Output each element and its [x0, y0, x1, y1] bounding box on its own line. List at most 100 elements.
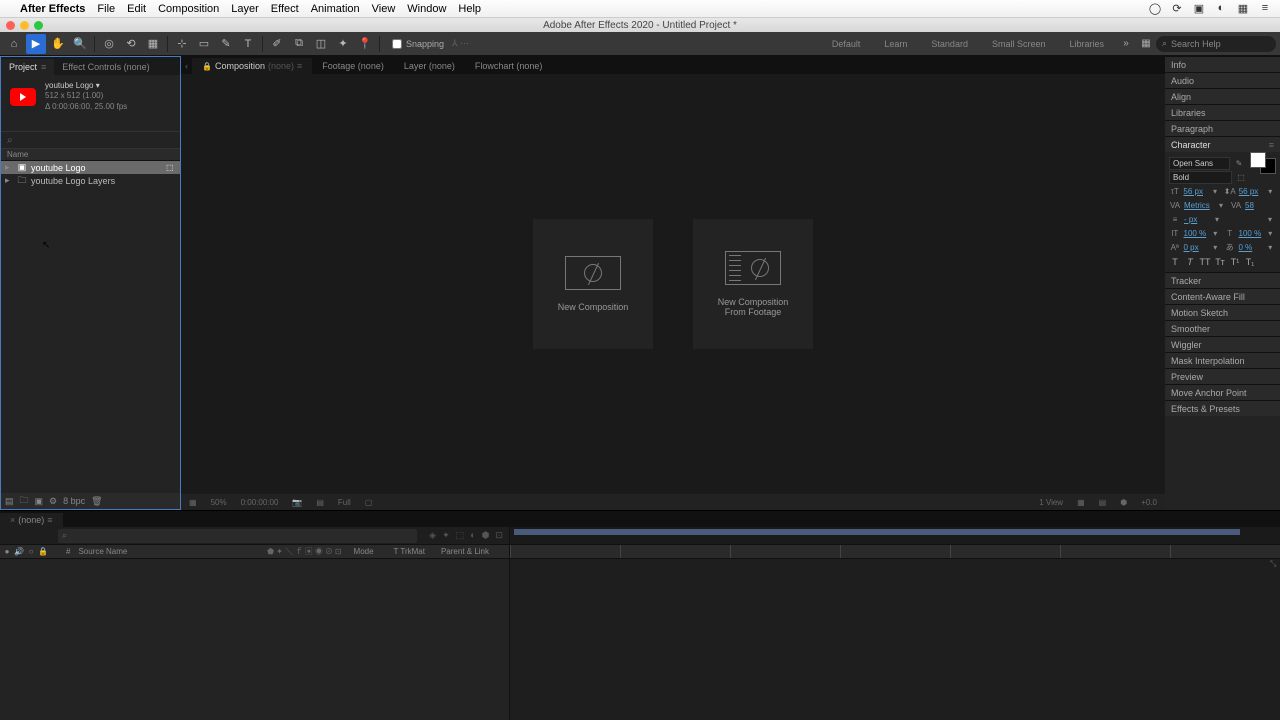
col-trkmat[interactable]: T TrkMat — [394, 547, 425, 556]
superscript-button[interactable]: T¹ — [1229, 256, 1241, 268]
time-ruler[interactable] — [510, 545, 1280, 559]
timeline-layers-empty[interactable] — [0, 559, 509, 720]
workspace-reset-icon[interactable]: ▦ — [1136, 38, 1156, 49]
menu-layer[interactable]: Layer — [231, 3, 259, 15]
eyedropper-icon[interactable]: ✎ — [1233, 159, 1245, 168]
panel-tracker[interactable]: Tracker — [1165, 272, 1280, 288]
lock-icon[interactable]: 🔒 — [202, 62, 212, 71]
zoom-level[interactable]: 50% — [211, 498, 227, 507]
panel-motion-sketch[interactable]: Motion Sketch — [1165, 304, 1280, 320]
tab-composition[interactable]: 🔒 Composition (none) ≡ — [192, 58, 312, 74]
panel-move-anchor-point[interactable]: Move Anchor Point — [1165, 384, 1280, 400]
tsume[interactable]: 0 % — [1239, 243, 1262, 252]
new-comp-from-footage-card[interactable]: New Composition From Footage — [693, 219, 813, 349]
menu-animation[interactable]: Animation — [311, 3, 360, 15]
status-icon[interactable]: ▣ — [1192, 2, 1206, 15]
font-family-select[interactable]: Open Sans — [1169, 157, 1230, 170]
delete-icon[interactable]: 🗑 — [91, 496, 102, 507]
snapping-options-icon[interactable]: ⅄ ⋯ — [452, 38, 469, 49]
zoom-tool[interactable]: 🔍 — [70, 34, 90, 54]
app-name[interactable]: After Effects — [20, 3, 85, 15]
panel-wiggler[interactable]: Wiggler — [1165, 336, 1280, 352]
font-size[interactable]: 56 px — [1183, 187, 1206, 196]
subscript-button[interactable]: T₁ — [1244, 256, 1256, 268]
lock-col-icon[interactable]: 🔒 — [38, 547, 48, 556]
menu-view[interactable]: View — [372, 3, 396, 15]
tl-icon[interactable]: ⬢ — [482, 530, 490, 541]
workspace-standard[interactable]: Standard — [919, 32, 980, 55]
panel-align[interactable]: Align — [1165, 88, 1280, 104]
solo-col-icon[interactable]: ○ — [26, 547, 36, 556]
resolution[interactable]: Full — [338, 498, 351, 507]
grid-icon[interactable]: ▦ — [1077, 498, 1085, 507]
project-settings-icon[interactable]: ⚙ — [49, 496, 57, 507]
baseline[interactable]: 0 px — [1184, 243, 1207, 252]
col-parent[interactable]: Parent & Link — [441, 547, 489, 556]
menu-composition[interactable]: Composition — [158, 3, 219, 15]
new-composition-card[interactable]: New Composition — [533, 219, 653, 349]
project-item-comp[interactable]: ▸ ▣ youtube Logo ⬚ — [1, 161, 180, 174]
tab-footage[interactable]: Footage (none) — [312, 58, 394, 74]
orbit-tool[interactable]: ◎ — [99, 34, 119, 54]
view-count[interactable]: 1 View — [1039, 498, 1063, 507]
stroke-width[interactable]: - px — [1184, 215, 1208, 224]
menu-help[interactable]: Help — [458, 3, 481, 15]
viewer-toggle-icon[interactable]: ‹ — [181, 58, 192, 74]
leading[interactable]: 56 px — [1239, 187, 1262, 196]
tab-flowchart[interactable]: Flowchart (none) — [465, 58, 553, 74]
visibility-col-icon[interactable]: ● — [2, 547, 12, 556]
status-icon[interactable]: ⟳ — [1170, 2, 1184, 15]
anchor-tool[interactable]: ⊹ — [172, 34, 192, 54]
panel-effects-presets[interactable]: Effects & Presets — [1165, 400, 1280, 416]
font-weight-select[interactable]: Bold — [1169, 171, 1232, 184]
help-search[interactable]: ⌕ Search Help — [1156, 36, 1276, 52]
work-area-bar[interactable] — [514, 529, 1240, 535]
allcaps-button[interactable]: TT — [1199, 256, 1211, 268]
tl-icon[interactable]: ⬚ — [456, 530, 465, 541]
project-search[interactable]: ⌕ — [1, 131, 180, 149]
status-icon[interactable]: ◯ — [1148, 2, 1162, 15]
menu-file[interactable]: File — [97, 3, 115, 15]
panel-paragraph[interactable]: Paragraph — [1165, 120, 1280, 136]
snapping-toggle[interactable]: Snapping ⅄ ⋯ — [392, 38, 469, 49]
menu-effect[interactable]: Effect — [271, 3, 299, 15]
tracking[interactable]: 58 — [1245, 201, 1269, 210]
tl-icon[interactable]: ◈ — [429, 530, 436, 541]
channel-icon[interactable]: ▤ — [316, 498, 324, 507]
panel-character[interactable]: Character≡ — [1165, 136, 1280, 152]
disclosure-icon[interactable]: ▸ — [5, 175, 13, 186]
workspace-overflow[interactable]: » — [1116, 38, 1136, 49]
hand-tool[interactable]: ✋ — [48, 34, 68, 54]
zoom-button[interactable] — [34, 21, 43, 30]
timeline-track-area[interactable]: ⤡ — [510, 527, 1280, 720]
fill-swatch[interactable] — [1250, 152, 1266, 168]
panel-libraries[interactable]: Libraries — [1165, 104, 1280, 120]
disclosure-icon[interactable]: ▸ — [5, 162, 13, 173]
close-button[interactable] — [6, 21, 15, 30]
snapping-checkbox[interactable] — [392, 39, 402, 49]
new-folder-icon[interactable]: 🗀 — [20, 493, 29, 509]
timeline-search[interactable]: ⌕ — [58, 529, 417, 543]
status-icon[interactable]: ≡ — [1258, 2, 1272, 15]
timeline-tab[interactable]: ×(none)≡ — [0, 513, 63, 527]
tab-project[interactable]: Project≡ — [1, 59, 54, 75]
panel-smoother[interactable]: Smoother — [1165, 320, 1280, 336]
shape-tool[interactable]: ▭ — [194, 34, 214, 54]
time-display[interactable]: 0:00:00:00 — [241, 498, 279, 507]
roto-tool[interactable]: ✦ — [333, 34, 353, 54]
brush-tool[interactable]: ✐ — [267, 34, 287, 54]
selection-tool[interactable]: ▶ — [26, 34, 46, 54]
roi-icon[interactable]: ▢ — [365, 498, 373, 507]
workspace-learn[interactable]: Learn — [872, 32, 919, 55]
puppet-tool[interactable]: 📍 — [355, 34, 375, 54]
tl-icon[interactable]: ✦ — [442, 530, 450, 541]
col-label[interactable]: # — [66, 547, 70, 556]
smallcaps-button[interactable]: Tᴛ — [1214, 256, 1226, 268]
item-tag-icon[interactable]: ⬚ — [166, 163, 176, 172]
home-tool[interactable]: ⌂ — [4, 34, 24, 54]
col-mode[interactable]: Mode — [354, 547, 374, 556]
panel-content-aware-fill[interactable]: Content-Aware Fill — [1165, 288, 1280, 304]
rotate-tool[interactable]: ⟲ — [121, 34, 141, 54]
hscale[interactable]: 100 % — [1239, 229, 1262, 238]
interpret-footage-icon[interactable]: ▤ — [5, 496, 14, 507]
